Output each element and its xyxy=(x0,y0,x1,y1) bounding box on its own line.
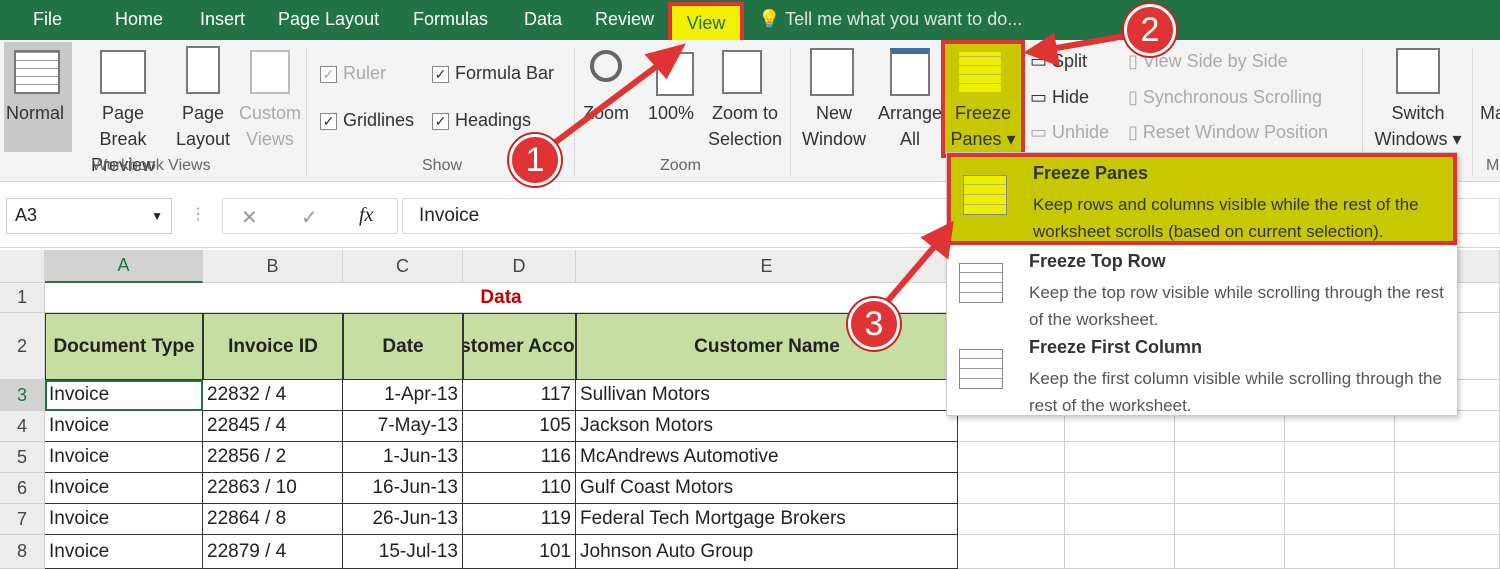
step-badge-2: 2 xyxy=(1124,4,1176,56)
annotation-overlay xyxy=(543,33,1126,312)
arrow-2-head xyxy=(1023,33,1060,67)
arrow-1 xyxy=(543,57,667,153)
step-badge-1: 1 xyxy=(509,134,561,186)
arrow-3 xyxy=(877,238,943,312)
step-badge-3: 3 xyxy=(848,298,900,350)
arrow-2 xyxy=(1044,33,1126,53)
